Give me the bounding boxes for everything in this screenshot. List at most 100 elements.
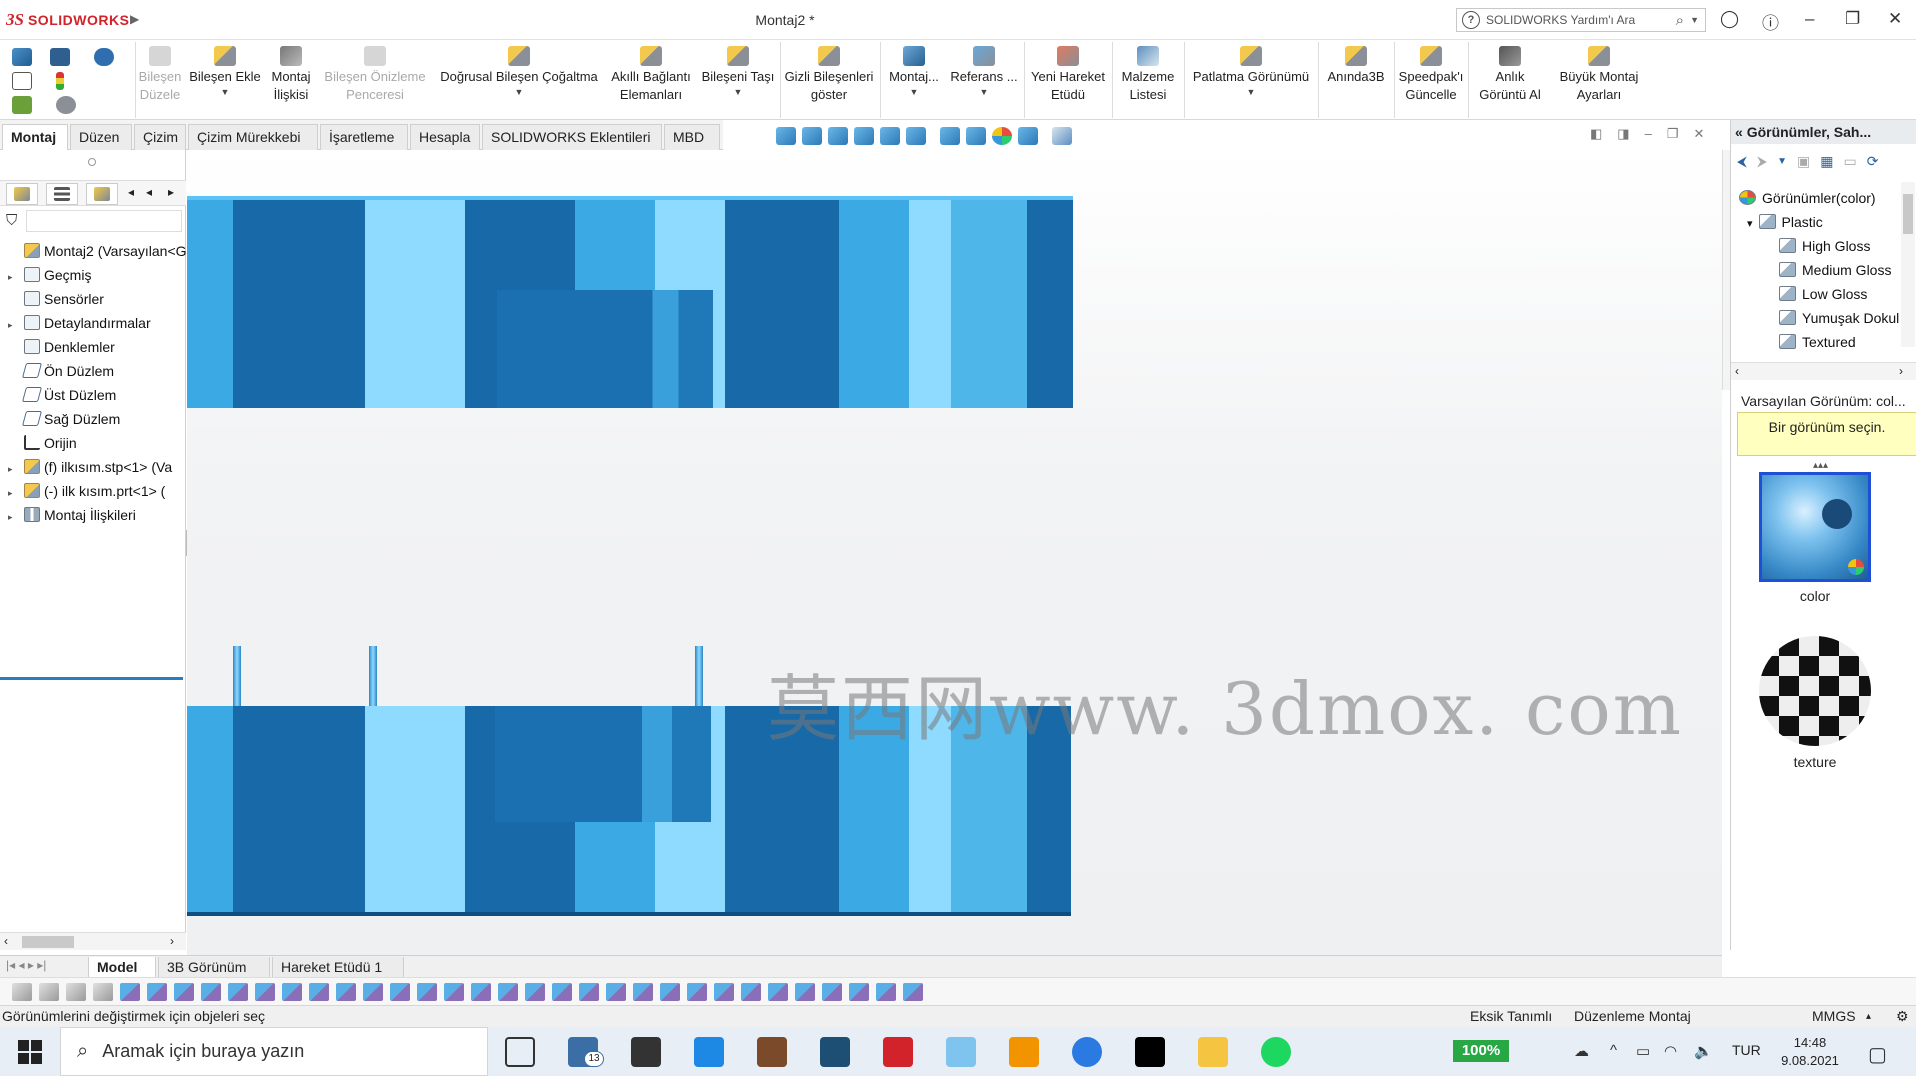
- apply-scene-icon[interactable]: [1018, 127, 1038, 145]
- restore-button[interactable]: ❐: [1845, 9, 1860, 29]
- mail-app-icon[interactable]: 13: [568, 1037, 604, 1067]
- new-document-icon[interactable]: [12, 72, 32, 90]
- chevron-down-icon[interactable]: ▼: [948, 86, 1020, 98]
- part-face[interactable]: [725, 198, 839, 408]
- panel-grip-icon[interactable]: [88, 158, 96, 166]
- view-orientation-icon[interactable]: [906, 127, 926, 145]
- expand-arrow-icon[interactable]: ▸: [8, 266, 18, 288]
- appearance-tree-item[interactable]: Medium Gloss: [1779, 258, 1891, 282]
- selection-filter-icon[interactable]: [903, 982, 923, 1001]
- reference-geometry-button[interactable]: Referans ... ▼: [948, 44, 1020, 98]
- dynamic-annotation-icon[interactable]: [880, 127, 900, 145]
- zoom-to-fit-icon[interactable]: [776, 127, 796, 145]
- expand-arrow-icon[interactable]: ▸: [8, 482, 18, 504]
- selection-filter-icon[interactable]: [741, 982, 761, 1001]
- selection-filter-icon[interactable]: [525, 982, 545, 1001]
- selection-filter-icon[interactable]: [93, 982, 113, 1001]
- solidworks-2020-icon[interactable]: [883, 1037, 913, 1067]
- selection-filter-icon[interactable]: [795, 982, 815, 1001]
- save-icon[interactable]: [50, 48, 70, 66]
- task-view-icon[interactable]: [505, 1037, 535, 1067]
- feature-tree-item[interactable]: ▸ Detaylandırmalar: [0, 312, 151, 334]
- vpn-app-icon[interactable]: [946, 1037, 976, 1067]
- selection-filter-icon[interactable]: [147, 982, 167, 1001]
- selection-filter-icon[interactable]: [228, 982, 248, 1001]
- tab-model[interactable]: Model: [88, 957, 156, 978]
- featuremanager-tab-icon[interactable]: [6, 183, 38, 205]
- selection-filter-icon[interactable]: [363, 982, 383, 1001]
- take-snapshot-button[interactable]: Anlık Görüntü Al: [1470, 44, 1550, 104]
- appearance-tree-scrollbar[interactable]: [1901, 182, 1915, 347]
- exploded-view-button[interactable]: Patlatma Görünümü ▼: [1186, 44, 1316, 98]
- feature-tree-item[interactable]: Montaj2 (Varsayılan<G: [0, 240, 187, 262]
- selection-filter-icon[interactable]: [39, 982, 59, 1001]
- windows-start-icon[interactable]: [18, 1040, 42, 1064]
- feature-tree-item[interactable]: ▸ (-) ilk kısım.prt<1> (: [0, 480, 165, 502]
- appearance-tree-item[interactable]: Yumuşak Dokul: [1779, 306, 1899, 330]
- selection-filter-icon[interactable]: [66, 982, 86, 1001]
- selection-filter-icon[interactable]: [822, 982, 842, 1001]
- top-part-slot[interactable]: [497, 290, 713, 408]
- feature-tree-item[interactable]: ▸ (f) ilkısım.stp<1> (Va: [0, 456, 172, 478]
- refresh-icon[interactable]: ⟳: [1867, 153, 1879, 170]
- scrollbar-thumb[interactable]: [22, 936, 74, 948]
- browser-app-icon[interactable]: [1072, 1037, 1102, 1067]
- part-face[interactable]: [187, 706, 233, 916]
- part-face[interactable]: [839, 198, 909, 408]
- viewport-close-icon[interactable]: ✕: [1693, 126, 1704, 142]
- instant3d-button[interactable]: Anında3B: [1320, 44, 1392, 86]
- spotify-app-icon[interactable]: [1261, 1037, 1291, 1067]
- chevron-down-icon[interactable]: ▼: [188, 86, 262, 98]
- appearance-thumbnail-texture[interactable]: [1759, 636, 1871, 746]
- tab-scroll-left-icon[interactable]: ◂: [128, 185, 134, 199]
- chevron-down-icon[interactable]: ▼: [882, 86, 946, 98]
- scroll-left-icon[interactable]: ‹: [1735, 364, 1739, 378]
- assembly-features-button[interactable]: Montaj... ▼: [882, 44, 946, 98]
- tab-duzen[interactable]: Düzen: [70, 124, 132, 150]
- pin-2[interactable]: [369, 646, 377, 706]
- chevron-down-icon[interactable]: ▼: [1777, 156, 1787, 167]
- tile-right-icon[interactable]: ◨: [1617, 126, 1629, 142]
- selection-filter-icon[interactable]: [174, 982, 194, 1001]
- selection-filter-icon[interactable]: [498, 982, 518, 1001]
- part-face[interactable]: [1027, 198, 1073, 408]
- selection-filter-icon[interactable]: [444, 982, 464, 1001]
- chevron-down-icon[interactable]: ▼: [1690, 15, 1699, 25]
- tile-left-icon[interactable]: ◧: [1590, 126, 1602, 142]
- user-account-icon[interactable]: ◯: [1720, 9, 1739, 29]
- feature-filter-input[interactable]: [26, 210, 182, 232]
- selection-filter-icon[interactable]: [579, 982, 599, 1001]
- component-preview-button[interactable]: Bileşen Önizleme Penceresi: [320, 44, 430, 104]
- update-speedpak-button[interactable]: Speedpak'ı Güncelle: [1396, 44, 1466, 104]
- expand-arrow-icon[interactable]: ▸: [8, 458, 18, 480]
- part-face[interactable]: [233, 198, 365, 408]
- tab-mbd[interactable]: MBD: [664, 124, 720, 150]
- onedrive-icon[interactable]: ☁: [1574, 1042, 1589, 1060]
- home-icon[interactable]: [12, 48, 32, 66]
- feature-tree-item[interactable]: Denklemler: [0, 336, 115, 358]
- help-search-box[interactable]: ? SOLIDWORKS Yardım'ı Ara ⌕ ▼: [1456, 8, 1706, 32]
- selection-filter-icon[interactable]: [876, 982, 896, 1001]
- pin-1[interactable]: [233, 646, 241, 706]
- selection-filter-icon[interactable]: [309, 982, 329, 1001]
- appearance-tree-item[interactable]: Görünümler(color): [1739, 186, 1876, 210]
- part-face[interactable]: [909, 198, 951, 408]
- viewport-restore-icon[interactable]: ❐: [1667, 126, 1679, 142]
- inventor-app-icon[interactable]: [1009, 1037, 1039, 1067]
- tab-hesapla[interactable]: Hesapla: [410, 124, 480, 150]
- graphics-area[interactable]: 莫西网www. 3dmox. com: [187, 150, 1722, 1074]
- appearance-tree-item[interactable]: Low Gloss: [1779, 282, 1867, 306]
- input-language[interactable]: TUR: [1732, 1042, 1761, 1058]
- feature-tree-item[interactable]: Üst Düzlem: [0, 384, 116, 406]
- scroll-right-icon[interactable]: ›: [1899, 364, 1903, 378]
- filter-icon[interactable]: ⛉: [6, 212, 17, 229]
- viewport-minimize-icon[interactable]: –: [1645, 126, 1652, 142]
- zoom-indicator[interactable]: 100%: [1453, 1040, 1509, 1062]
- edit-component-button[interactable]: Bileşen Düzele: [138, 44, 182, 104]
- bill-of-materials-button[interactable]: Malzeme Listesi: [1114, 44, 1182, 104]
- scroll-right-icon[interactable]: ›: [170, 934, 174, 948]
- feature-tree-item[interactable]: Orijin: [0, 432, 77, 454]
- tab-scroll-left2-icon[interactable]: ◂: [146, 185, 152, 199]
- part-face[interactable]: [951, 198, 1027, 408]
- tab-montaj[interactable]: Montaj: [2, 124, 68, 150]
